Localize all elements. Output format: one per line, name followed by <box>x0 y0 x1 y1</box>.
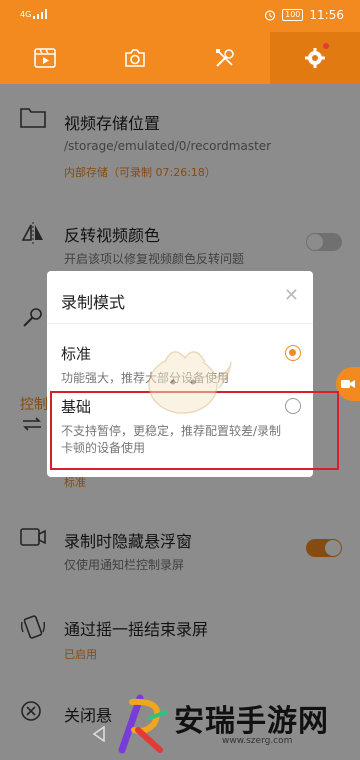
battery-indicator: 100 <box>282 9 304 21</box>
video-tab-icon <box>34 48 56 68</box>
settings-tab-icon <box>305 48 325 68</box>
tools-tab-icon <box>216 49 234 67</box>
notification-dot <box>323 43 329 49</box>
close-icon[interactable]: ✕ <box>284 287 299 305</box>
signal-indicator: 4G <box>20 9 48 19</box>
watermark-url: www.szerg.com <box>222 736 293 746</box>
nav-back-icon[interactable] <box>92 726 106 742</box>
tab-videos[interactable] <box>0 32 90 84</box>
camera-tab-icon <box>125 49 145 67</box>
signal-icon <box>33 9 48 19</box>
tab-tools[interactable] <box>180 32 270 84</box>
radio-standard[interactable] <box>285 345 301 361</box>
site-logo-icon <box>118 694 168 754</box>
site-watermark: 安瑞手游网 www.szerg.com <box>110 690 360 760</box>
tab-settings[interactable] <box>270 32 360 84</box>
camera-record-icon <box>341 380 355 388</box>
mascot-watermark <box>148 351 232 414</box>
network-type: 4G <box>20 10 32 19</box>
top-tab-bar <box>0 32 360 84</box>
alarm-icon <box>265 10 276 21</box>
status-bar: 4G 100 11:56 <box>0 0 360 32</box>
tab-camera[interactable] <box>90 32 180 84</box>
dialog-divider <box>47 323 313 324</box>
clock: 11:56 <box>309 8 344 22</box>
watermark-title: 安瑞手游网 <box>174 704 329 739</box>
dialog-title: 录制模式 <box>61 293 126 312</box>
